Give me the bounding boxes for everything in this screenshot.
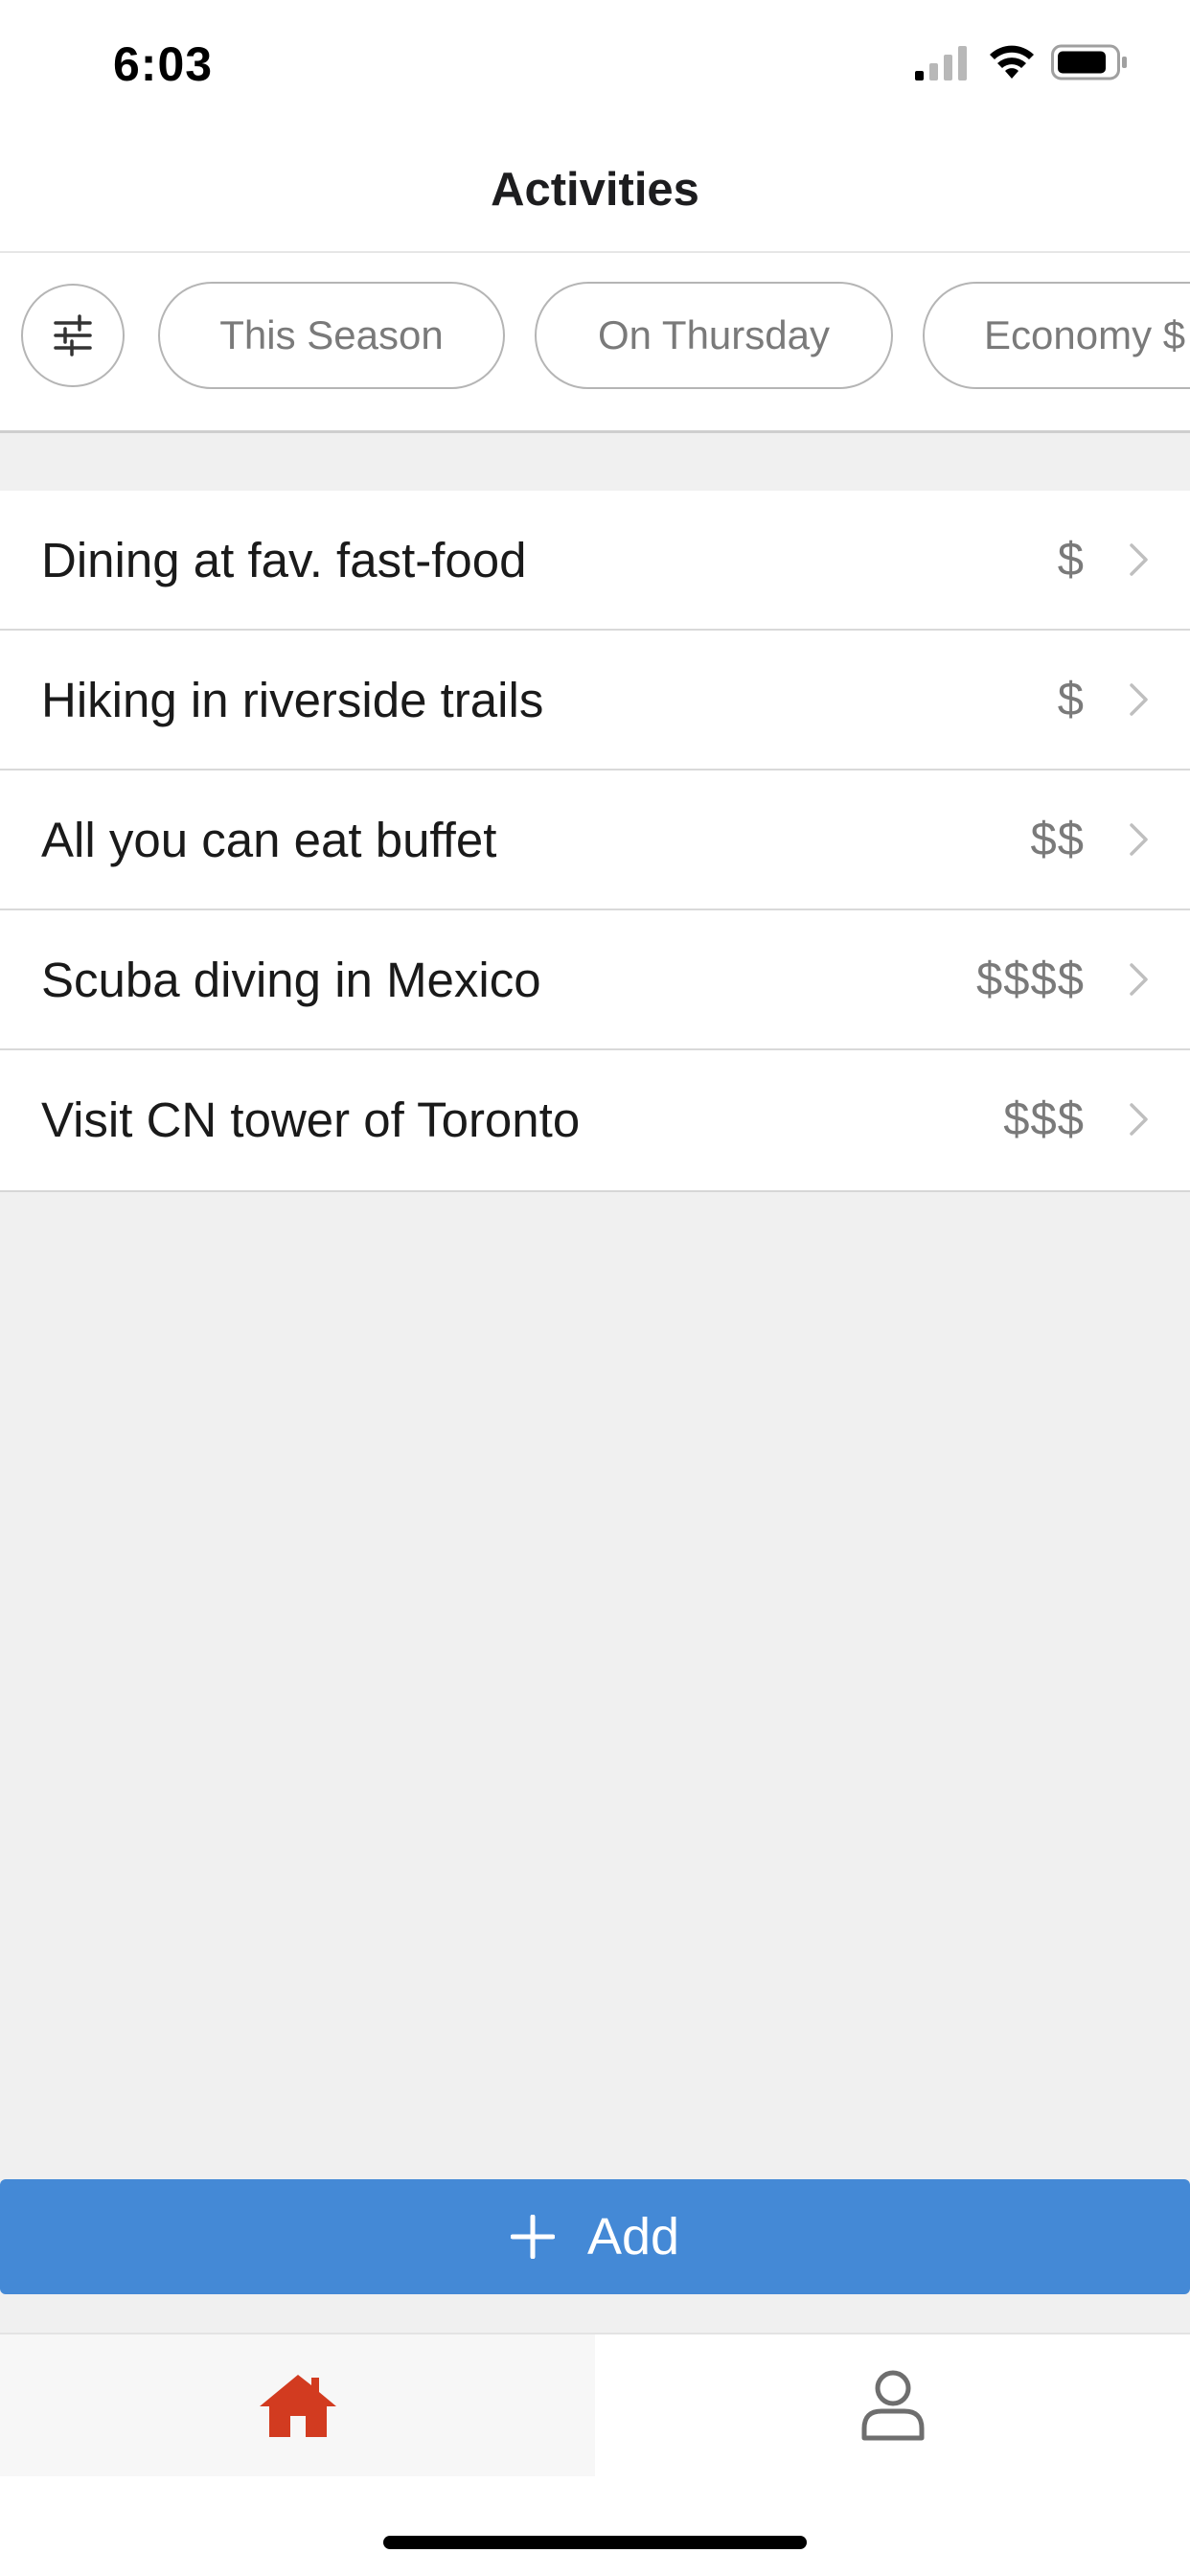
list-item[interactable]: Scuba diving in Mexico $$$$ xyxy=(0,910,1190,1050)
activity-price: $$ xyxy=(1030,814,1085,865)
sliders-icon xyxy=(54,314,92,356)
page-title: Activities xyxy=(491,164,699,216)
chevron-right-icon xyxy=(1130,683,1148,716)
activity-title: Dining at fav. fast-food xyxy=(41,532,527,587)
plus-icon xyxy=(510,2215,555,2259)
chevron-right-icon xyxy=(1130,823,1148,856)
chevron-right-icon xyxy=(1130,963,1148,996)
tab-home[interactable] xyxy=(0,2334,595,2476)
add-button-label: Add xyxy=(586,2208,680,2266)
add-button[interactable]: Add xyxy=(0,2179,1190,2294)
status-time: 6:03 xyxy=(113,37,214,91)
tab-profile[interactable] xyxy=(595,2334,1190,2476)
home-icon xyxy=(259,2375,336,2437)
activity-list: Dining at fav. fast-food $ Hiking in riv… xyxy=(0,491,1190,1192)
user-icon xyxy=(861,2370,924,2441)
list-item[interactable]: All you can eat buffet $$ xyxy=(0,770,1190,910)
activity-price: $ xyxy=(1057,674,1085,725)
chevron-right-icon xyxy=(1130,1103,1148,1136)
list-item[interactable]: Visit CN tower of Toronto $$$ xyxy=(0,1050,1190,1190)
nav-header: Activities xyxy=(0,128,1190,253)
activity-price: $$$$ xyxy=(975,954,1085,1005)
filter-settings-button[interactable] xyxy=(21,284,125,387)
activity-price: $$$ xyxy=(1003,1093,1085,1145)
filter-chip-economy[interactable]: Economy $ xyxy=(923,282,1190,389)
status-bar: 6:03 xyxy=(0,0,1190,128)
home-indicator xyxy=(383,2536,807,2549)
filter-chip-on-thursday[interactable]: On Thursday xyxy=(535,282,893,389)
list-item[interactable]: Hiking in riverside trails $ xyxy=(0,631,1190,770)
filter-chip-this-season[interactable]: This Season xyxy=(158,282,505,389)
filter-bar: This Season On Thursday Economy $ xyxy=(0,253,1190,433)
chevron-right-icon xyxy=(1130,543,1148,576)
activity-title: Visit CN tower of Toronto xyxy=(41,1092,581,1147)
cellular-signal-icon xyxy=(915,46,967,80)
activity-price: $ xyxy=(1057,534,1085,586)
wifi-icon xyxy=(990,45,1034,79)
list-item[interactable]: Dining at fav. fast-food $ xyxy=(0,491,1190,631)
activity-title: Hiking in riverside trails xyxy=(41,672,544,727)
activity-title: Scuba diving in Mexico xyxy=(41,952,541,1007)
battery-icon xyxy=(1051,44,1127,80)
activity-title: All you can eat buffet xyxy=(41,812,497,867)
